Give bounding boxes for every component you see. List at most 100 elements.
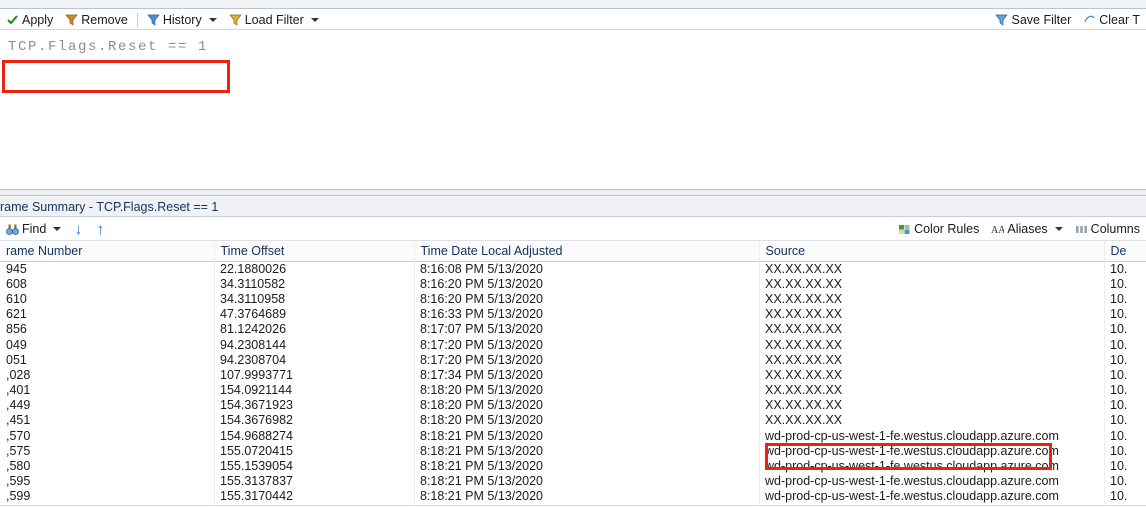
apply-filter-button[interactable]: Apply — [0, 11, 59, 29]
cell-destination: 10. — [1110, 291, 1128, 306]
find-button[interactable]: Find — [0, 220, 67, 238]
cell-destination: 10. — [1110, 443, 1128, 458]
funnel-remove-icon — [65, 13, 79, 26]
filter-expression-text[interactable]: TCP.Flags.Reset == 1 — [8, 39, 208, 55]
find-previous-button[interactable]: ↑ — [92, 220, 108, 238]
clear-text-button[interactable]: Clear T — [1077, 11, 1146, 29]
color-rules-button[interactable]: Color Rules — [892, 220, 985, 238]
column-header-source[interactable]: Source — [759, 242, 1105, 262]
color-rules-label: Color Rules — [914, 222, 980, 236]
eraser-icon — [1083, 13, 1096, 26]
cell-destination: 10. — [1110, 474, 1128, 489]
columns-label: Columns — [1090, 222, 1140, 236]
frame-summary-grid[interactable]: rame Number Time Offset Time Date Local … — [0, 242, 1146, 508]
table-row[interactable]: ,449 154.3671923 8:18:20 PM 5/13/2020 XX.XX… — [0, 398, 1146, 413]
cell-time-offset: 22.1880026 — [220, 261, 287, 276]
cell-destination: 10. — [1110, 383, 1128, 398]
cell-source: XX.XX.XX.XX — [765, 337, 843, 352]
cell-time-offset: 47.3764689 — [220, 307, 287, 322]
table-row[interactable]: ,575 155.0720415 8:18:21 PM 5/13/2020 wd-pr… — [0, 443, 1146, 458]
cell-source: XX.XX.XX.XX — [765, 352, 843, 367]
cell-time-date-local-adjusted: 8:18:21 PM 5/13/2020 — [420, 459, 544, 474]
cell-time-offset: 155.3170442 — [220, 489, 293, 504]
table-row[interactable]: 608 34.3110582 8:16:20 PM 5/13/2020 XX.XX.X… — [0, 276, 1146, 291]
column-header-destination[interactable]: De — [1104, 242, 1146, 262]
cell-source: XX.XX.XX.XX — [765, 383, 843, 398]
cell-destination: 10. — [1110, 459, 1128, 474]
cell-time-offset: 154.3671923 — [220, 398, 293, 413]
toolbar-separator — [136, 12, 138, 27]
column-header-time-date-local-adjusted[interactable]: Time Date Local Adjusted — [414, 242, 760, 262]
cell-time-date-local-adjusted: 8:16:20 PM 5/13/2020 — [420, 291, 544, 306]
cell-source: wd-prod-cp-us-west-1-fe.westus.cloudapp.… — [765, 428, 1059, 443]
header-row: rame Number Time Offset Time Date Local … — [0, 242, 1146, 262]
column-header-frame-number[interactable]: rame Number — [0, 242, 215, 262]
find-toolbar: Find ↓ ↑ Color Rules AA Aliases Columns — [0, 218, 1146, 241]
cell-time-offset: 154.3676982 — [220, 413, 293, 428]
cell-source: wd-prod-cp-us-west-1-fe.westus.cloudapp.… — [765, 474, 1059, 489]
cell-source: XX.XX.XX.XX — [765, 307, 843, 322]
find-label: Find — [22, 222, 47, 236]
find-next-button[interactable]: ↓ — [70, 220, 86, 238]
apply-filter-label: Apply — [22, 12, 54, 27]
load-filter-label: Load Filter — [244, 12, 304, 27]
cell-destination: 10. — [1110, 428, 1128, 443]
cell-source: XX.XX.XX.XX — [765, 398, 843, 413]
table-row[interactable]: ,580 155.1539054 8:18:21 PM 5/13/2020 wd-pr… — [0, 458, 1146, 473]
cell-frame-number: 945 — [6, 261, 27, 276]
table-row[interactable]: 051 94.2308704 8:17:20 PM 5/13/2020 XX.XX.X… — [0, 352, 1146, 367]
column-header-time-offset[interactable]: Time Offset — [214, 242, 415, 262]
table-row[interactable]: 621 47.3764689 8:16:33 PM 5/13/2020 XX.XX.X… — [0, 307, 1146, 322]
network-monitor-window: Apply Remove History Load Filter Save Fi… — [0, 0, 1146, 508]
table-row[interactable]: 856 81.1242026 8:17:07 PM 5/13/2020 XX.XX.X… — [0, 322, 1146, 337]
frames-table-header: rame Number Time Offset Time Date Local … — [0, 242, 1146, 262]
filter-expression-editor[interactable]: TCP.Flags.Reset == 1 — [0, 29, 1146, 189]
frame-summary-title: rame Summary - TCP.Flags.Reset == 1 — [0, 197, 1146, 217]
cell-destination: 10. — [1110, 337, 1128, 352]
cell-time-date-local-adjusted: 8:18:20 PM 5/13/2020 — [420, 398, 544, 413]
cell-time-date-local-adjusted: 8:17:20 PM 5/13/2020 — [420, 352, 544, 367]
chevron-down-icon[interactable] — [1054, 227, 1063, 231]
history-button[interactable]: History — [141, 11, 223, 29]
columns-button[interactable]: Columns — [1069, 220, 1146, 238]
funnel-save-icon — [995, 13, 1009, 26]
columns-icon — [1075, 223, 1088, 236]
cell-time-date-local-adjusted: 8:18:21 PM 5/13/2020 — [420, 428, 544, 443]
cell-frame-number: 856 — [6, 322, 27, 337]
frames-table: rame Number Time Offset Time Date Local … — [0, 242, 1146, 508]
table-row[interactable]: ,451 154.3676982 8:18:20 PM 5/13/2020 XX.XX… — [0, 413, 1146, 428]
table-row[interactable]: 610 34.3110958 8:16:20 PM 5/13/2020 XX.XX.X… — [0, 291, 1146, 306]
save-filter-button[interactable]: Save Filter — [989, 11, 1077, 29]
cell-time-offset: 34.3110958 — [220, 291, 286, 306]
cell-time-date-local-adjusted: 8:18:20 PM 5/13/2020 — [420, 413, 544, 428]
cell-source: wd-prod-cp-us-west-1-fe.westus.cloudapp.… — [765, 443, 1059, 458]
cell-source: XX.XX.XX.XX — [765, 291, 843, 306]
table-row[interactable]: 945 22.1880026 8:16:08 PM 5/13/2020 XX.XX.X… — [0, 261, 1146, 276]
chevron-down-icon[interactable] — [310, 17, 319, 22]
cell-frame-number: ,595 — [6, 474, 31, 489]
cell-time-date-local-adjusted: 8:18:21 PM 5/13/2020 — [420, 474, 544, 489]
chevron-down-icon[interactable] — [208, 17, 217, 22]
cell-time-date-local-adjusted: 8:18:21 PM 5/13/2020 — [420, 489, 544, 504]
cell-source: XX.XX.XX.XX — [765, 261, 843, 276]
aliases-button[interactable]: AA Aliases — [985, 220, 1068, 238]
panel-splitter[interactable] — [0, 189, 1146, 196]
table-row[interactable]: 049 94.2308144 8:17:20 PM 5/13/2020 XX.XX.X… — [0, 337, 1146, 352]
cell-frame-number: ,570 — [6, 428, 31, 443]
table-row[interactable]: ,599 155.3170442 8:18:21 PM 5/13/2020 wd-pr… — [0, 489, 1146, 504]
table-row[interactable]: ,401 154.0921144 8:18:20 PM 5/13/2020 XX.XX… — [0, 383, 1146, 398]
remove-filter-button[interactable]: Remove — [59, 11, 134, 29]
cell-frame-number: 051 — [6, 352, 27, 367]
cell-time-offset: 154.0921144 — [220, 383, 293, 398]
cell-destination: 10. — [1110, 307, 1128, 322]
table-row[interactable]: ,570 154.9688274 8:18:21 PM 5/13/2020 wd-pr… — [0, 428, 1146, 443]
cell-frame-number: ,580 — [6, 459, 31, 474]
chevron-down-icon[interactable] — [53, 227, 62, 231]
cell-destination: 10. — [1110, 413, 1128, 428]
frames-table-body: 945 22.1880026 8:16:08 PM 5/13/2020 XX.XX.X… — [0, 261, 1146, 508]
table-row[interactable]: ,595 155.3137837 8:18:21 PM 5/13/2020 wd-pr… — [0, 474, 1146, 489]
load-filter-button[interactable]: Load Filter — [223, 11, 325, 29]
table-row[interactable]: ,028 107.9993771 8:17:34 PM 5/13/2020 XX.XX… — [0, 367, 1146, 382]
cell-frame-number: ,028 — [6, 367, 31, 382]
cell-frame-number: 049 — [6, 337, 27, 352]
